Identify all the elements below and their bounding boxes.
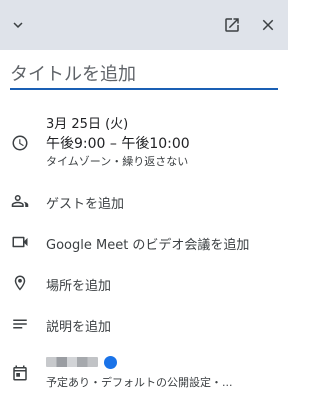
datetime-row[interactable]: 3月 25日 (火) 午後9:00 – 午後10:00 タイムゾーン・繰り返さな… [0,116,288,172]
open-full-view-button[interactable] [219,12,245,38]
calendar-color-dot[interactable] [104,355,117,369]
add-location-row[interactable]: 場所を追加 [0,272,288,294]
calendar-owner-name-redacted [46,357,98,367]
add-description-row[interactable]: 説明を追加 [0,313,288,335]
collapse-button[interactable] [5,12,31,38]
notes-icon [10,314,30,334]
calendar-row[interactable]: 予定あり・デフォルトの公開設定・... [0,354,288,390]
add-guests-label: ゲストを追加 [46,197,125,212]
title-field [10,58,278,90]
event-time-range[interactable]: 午後9:00 – 午後10:00 [46,134,190,154]
video-camera-icon [10,232,30,252]
calendar-icon [10,363,30,383]
location-pin-icon [10,273,30,293]
calendar-selector[interactable] [46,354,233,370]
add-meet-row[interactable]: Google Meet のビデオ会議を追加 [0,231,288,253]
add-guests-row[interactable]: ゲストを追加 [0,190,288,212]
dialog-header [0,0,288,50]
close-icon [262,19,274,31]
timezone-repeat-options[interactable]: タイムゾーン・繰り返さない [46,154,190,170]
people-icon [10,191,30,211]
open-in-new-icon [225,18,239,32]
add-location-label: 場所を追加 [46,279,112,294]
clock-icon [10,133,30,153]
add-description-label: 説明を追加 [46,320,112,335]
calendar-visibility-details[interactable]: 予定あり・デフォルトの公開設定・... [46,374,233,390]
close-button[interactable] [255,12,281,38]
title-input[interactable] [10,60,278,88]
event-date[interactable]: 3月 25日 (火) [46,116,190,134]
chevron-down-icon [13,22,23,28]
add-meet-label: Google Meet のビデオ会議を追加 [46,238,250,253]
